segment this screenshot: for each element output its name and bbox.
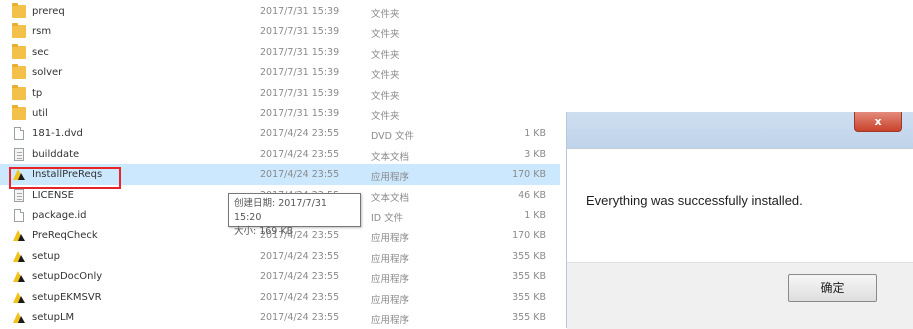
application-icon (12, 250, 26, 263)
file-name: util (32, 108, 48, 119)
file-modified-date: 2017/4/24 23:55 (260, 312, 340, 323)
file-size: 1 KB (524, 210, 546, 221)
file-modified-date: 2017/4/24 23:55 (260, 291, 340, 303)
file-size: 355 KB (512, 312, 546, 323)
file-tooltip: 创建日期: 2017/7/31 15:20 大小: 169 KB (228, 193, 361, 237)
file-row[interactable]: setupEKMSVR 2017/4/24 23:55 应用程序 355 KB (0, 287, 560, 308)
file-row[interactable]: setupLM 2017/4/24 23:55 应用程序 355 KB (0, 307, 560, 328)
file-size: 3 KB (524, 148, 546, 160)
dialog-message: Everything was successfully installed. (586, 193, 803, 208)
file-name: builddate (32, 148, 80, 160)
file-modified-date: 2017/4/24 23:55 (260, 169, 340, 181)
file-row[interactable]: prereq 2017/7/31 15:39 文件夹 (0, 1, 560, 22)
file-type: 应用程序 (371, 274, 410, 286)
file-type: 应用程序 (371, 315, 410, 326)
file-modified-date: 2017/4/24 23:55 (260, 250, 340, 262)
file-row[interactable]: builddate 2017/4/24 23:55 文本文档 3 KB (0, 144, 560, 165)
file-modified-date: 2017/7/31 15:39 (260, 46, 340, 58)
file-row[interactable]: util 2017/7/31 15:39 文件夹 (0, 103, 560, 124)
application-icon (12, 270, 26, 283)
file-size: 1 KB (524, 128, 546, 140)
file-name: 181-1.dvd (32, 128, 83, 140)
highlight-annotation (9, 167, 121, 189)
file-type: 文件夹 (371, 29, 400, 41)
file-type: 文件夹 (371, 70, 400, 82)
file-size: 355 KB (512, 250, 546, 262)
file-name: package.id (32, 210, 87, 221)
file-row[interactable]: 181-1.dvd 2017/4/24 23:55 DVD 文件 1 KB (0, 123, 560, 144)
folder-icon (12, 3, 26, 18)
file-row[interactable]: setupDocOnly 2017/4/24 23:55 应用程序 355 KB (0, 266, 560, 287)
application-icon (12, 311, 26, 324)
text-file-icon (14, 188, 24, 202)
file-name: LICENSE (32, 189, 74, 201)
file-name: tp (32, 87, 43, 99)
file-type: 文件夹 (371, 111, 400, 122)
close-icon: x (874, 115, 882, 128)
file-modified-date: 2017/7/31 15:39 (260, 26, 340, 38)
file-modified-date: 2017/7/31 15:39 (260, 87, 340, 99)
file-row[interactable]: setup 2017/4/24 23:55 应用程序 355 KB (0, 246, 560, 267)
file-modified-date: 2017/4/24 23:55 (260, 128, 340, 140)
file-type: 应用程序 (371, 294, 410, 306)
file-modified-date: 2017/7/31 15:39 (260, 108, 340, 119)
file-name: setupDocOnly (32, 271, 103, 283)
file-name: rsm (32, 26, 52, 38)
file-type: 文本文档 (371, 151, 410, 163)
file-modified-date: 2017/7/31 15:39 (260, 67, 340, 79)
application-icon (12, 229, 26, 242)
document-icon (14, 127, 24, 141)
file-row[interactable]: sec 2017/7/31 15:39 文件夹 (0, 42, 560, 63)
file-size: 170 KB (512, 230, 546, 242)
folder-icon (12, 105, 26, 120)
file-size: 355 KB (512, 271, 546, 283)
file-type: 应用程序 (371, 233, 410, 245)
tooltip-created-date: 创建日期: 2017/7/31 15:20 (234, 198, 327, 223)
file-type: 应用程序 (371, 253, 410, 265)
file-modified-date: 2017/4/24 23:55 (260, 271, 340, 283)
file-name: solver (32, 67, 63, 79)
file-row[interactable]: solver 2017/7/31 15:39 文件夹 (0, 62, 560, 83)
file-type: 文件夹 (371, 90, 400, 102)
file-name: setupLM (32, 312, 75, 323)
file-type: ID 文件 (371, 213, 404, 224)
file-row[interactable]: tp 2017/7/31 15:39 文件夹 (0, 83, 560, 104)
install-complete-dialog: x Everything was successfully installed.… (566, 112, 913, 329)
file-name: setupEKMSVR (32, 291, 102, 303)
file-type: 应用程序 (371, 172, 410, 184)
file-modified-date: 2017/7/31 15:39 (260, 6, 340, 17)
file-modified-date: 2017/4/24 23:55 (260, 148, 340, 160)
dialog-titlebar: x (567, 112, 913, 148)
close-button[interactable]: x (854, 112, 902, 132)
file-name: setup (32, 250, 60, 262)
document-icon (14, 209, 24, 222)
file-name: prereq (32, 6, 65, 17)
file-size: 170 KB (512, 169, 546, 181)
file-type: DVD 文件 (371, 131, 414, 143)
file-type: 文本文档 (371, 192, 410, 204)
folder-icon (12, 43, 26, 59)
file-type: 文件夹 (371, 9, 400, 20)
folder-icon (12, 64, 26, 80)
folder-icon (12, 23, 26, 39)
file-list: prereq 2017/7/31 15:39 文件夹 rsm 2017/7/31 15:… (0, 0, 560, 328)
application-icon (12, 291, 26, 304)
ok-button[interactable]: 确定 (788, 274, 877, 302)
folder-icon (12, 84, 26, 100)
file-name: sec (32, 46, 49, 58)
file-size: 46 KB (518, 189, 546, 201)
file-row[interactable]: rsm 2017/7/31 15:39 文件夹 (0, 21, 560, 42)
file-type: 文件夹 (371, 49, 400, 61)
file-name: PreReqCheck (32, 230, 98, 242)
text-file-icon (14, 147, 24, 161)
file-size: 355 KB (512, 291, 546, 303)
tooltip-size: 大小: 169 KB (234, 226, 294, 237)
